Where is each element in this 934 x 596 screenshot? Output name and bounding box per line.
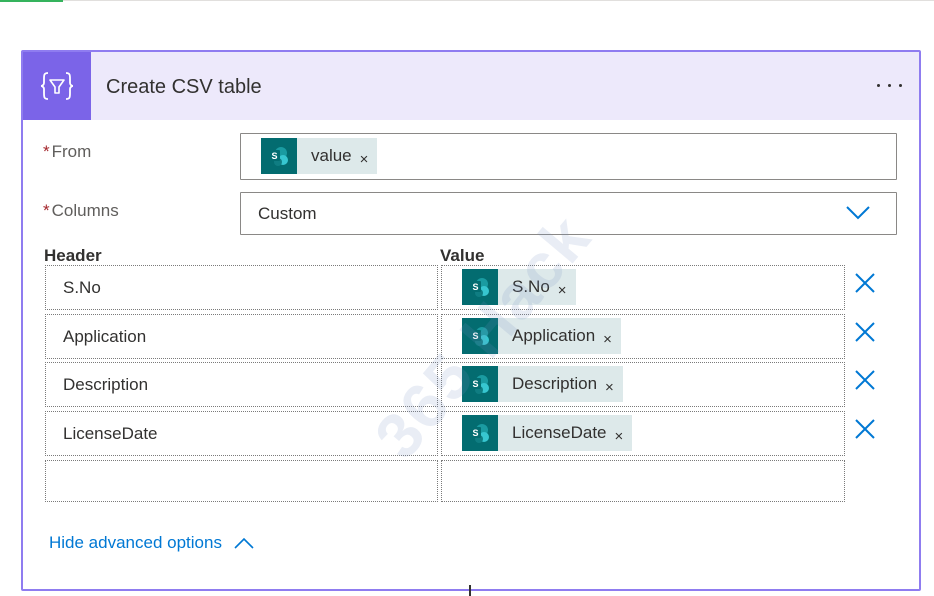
from-label-text: From xyxy=(51,142,92,161)
more-options-button[interactable] xyxy=(869,70,909,100)
token-label: LicenseDate xyxy=(512,423,607,442)
hide-advanced-options-link[interactable]: Hide advanced options xyxy=(49,533,254,553)
close-icon xyxy=(855,419,875,439)
header-input-row-1[interactable]: S.No xyxy=(45,265,438,310)
close-icon xyxy=(855,273,875,293)
data-operation-icon xyxy=(23,52,91,120)
from-label: * From xyxy=(43,142,91,162)
header-input-row-5[interactable] xyxy=(45,460,438,502)
columns-label-text: Columns xyxy=(51,201,119,220)
header-cell-text: S.No xyxy=(63,278,101,297)
remove-token-icon[interactable]: × xyxy=(352,151,378,168)
card-title: Create CSV table xyxy=(106,76,262,98)
svg-text:S: S xyxy=(472,428,478,438)
remove-row-2-button[interactable] xyxy=(852,319,878,345)
value-input-row-5[interactable] xyxy=(441,460,845,502)
remove-row-4-button[interactable] xyxy=(852,416,878,442)
advanced-options-label: Hide advanced options xyxy=(49,533,222,552)
required-marker: * xyxy=(43,142,50,161)
header-cell-text: Application xyxy=(63,327,147,346)
columns-selected-value: Custom xyxy=(258,204,317,223)
svg-text:S: S xyxy=(271,151,277,161)
header-cell-text: Description xyxy=(63,375,149,394)
value-column-title: Value xyxy=(440,246,485,265)
top-divider xyxy=(63,0,934,1)
remove-row-1-button[interactable] xyxy=(852,270,878,296)
chevron-down-icon xyxy=(846,206,870,220)
from-token[interactable]: S value × xyxy=(261,138,378,174)
remove-token-icon[interactable]: × xyxy=(597,379,623,396)
flow-connector-line xyxy=(469,585,471,596)
chevron-up-icon xyxy=(234,537,254,549)
value-token[interactable]: S LicenseDate × xyxy=(462,415,633,451)
from-input[interactable]: S value × xyxy=(240,133,897,180)
close-icon xyxy=(855,322,875,342)
remove-token-icon[interactable]: × xyxy=(595,331,621,348)
header-input-row-2[interactable]: Application xyxy=(45,314,438,359)
sharepoint-icon: S xyxy=(462,415,498,451)
header-cell-text: LicenseDate xyxy=(63,424,158,443)
top-progress-accent xyxy=(0,0,63,2)
columns-label: * Columns xyxy=(43,201,119,221)
more-dot-icon xyxy=(887,83,891,87)
more-dot-icon xyxy=(876,83,880,87)
sharepoint-icon: S xyxy=(261,138,297,174)
card-header[interactable]: Create CSV table xyxy=(23,52,919,120)
header-column-title: Header xyxy=(44,246,102,265)
remove-row-3-button[interactable] xyxy=(852,367,878,393)
close-icon xyxy=(855,370,875,390)
value-input-row-4[interactable]: S LicenseDate × xyxy=(441,411,845,456)
token-label: value xyxy=(311,146,352,165)
required-marker: * xyxy=(43,201,50,220)
token-label: Description xyxy=(512,374,598,393)
more-dot-icon xyxy=(898,83,902,87)
remove-token-icon[interactable]: × xyxy=(607,428,633,445)
